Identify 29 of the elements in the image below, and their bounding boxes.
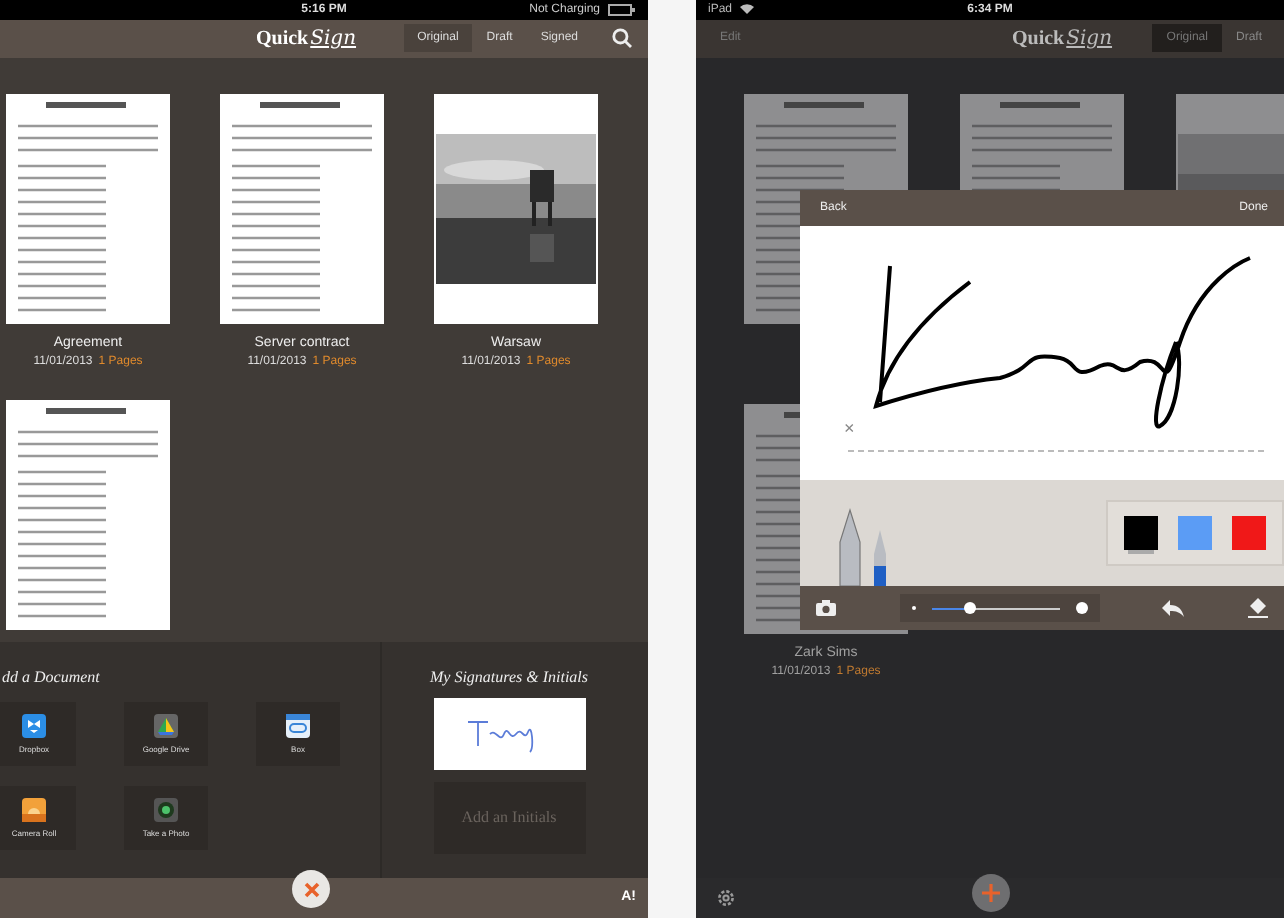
wifi-icon [740,4,755,15]
undo-icon[interactable] [1162,599,1185,617]
document-thumbnail[interactable] [220,93,384,324]
triangle-icon [154,713,178,738]
camera-lens-icon [154,797,178,822]
settings-icon[interactable] [716,887,736,908]
app-logo: QuickSign [1012,27,1113,50]
document-thumbnail[interactable] [6,93,170,324]
section-heading: dd a Document [0,667,102,686]
battery-icon [608,3,636,16]
close-icon [303,881,319,898]
signature-card[interactable] [433,697,585,770]
close-button[interactable] [292,870,330,909]
plus-icon [981,884,999,903]
camera-icon[interactable] [816,600,836,616]
sunset-icon [22,797,46,822]
baseline-mark: × [844,418,855,438]
dropbox-icon [22,713,46,738]
color-swatch[interactable] [1232,516,1266,550]
color-swatch[interactable] [1124,516,1158,550]
eraser-icon[interactable] [1247,598,1268,618]
document-thumbnail[interactable] [6,399,170,630]
app-logo: QuickSign [256,27,357,50]
color-swatch[interactable] [1178,516,1212,550]
box-icon [286,713,310,738]
search-icon[interactable] [612,28,632,49]
section-heading: My Signatures & Initials [429,667,589,686]
signature-canvas[interactable]: × [800,226,1284,480]
add-button[interactable] [971,874,1009,913]
